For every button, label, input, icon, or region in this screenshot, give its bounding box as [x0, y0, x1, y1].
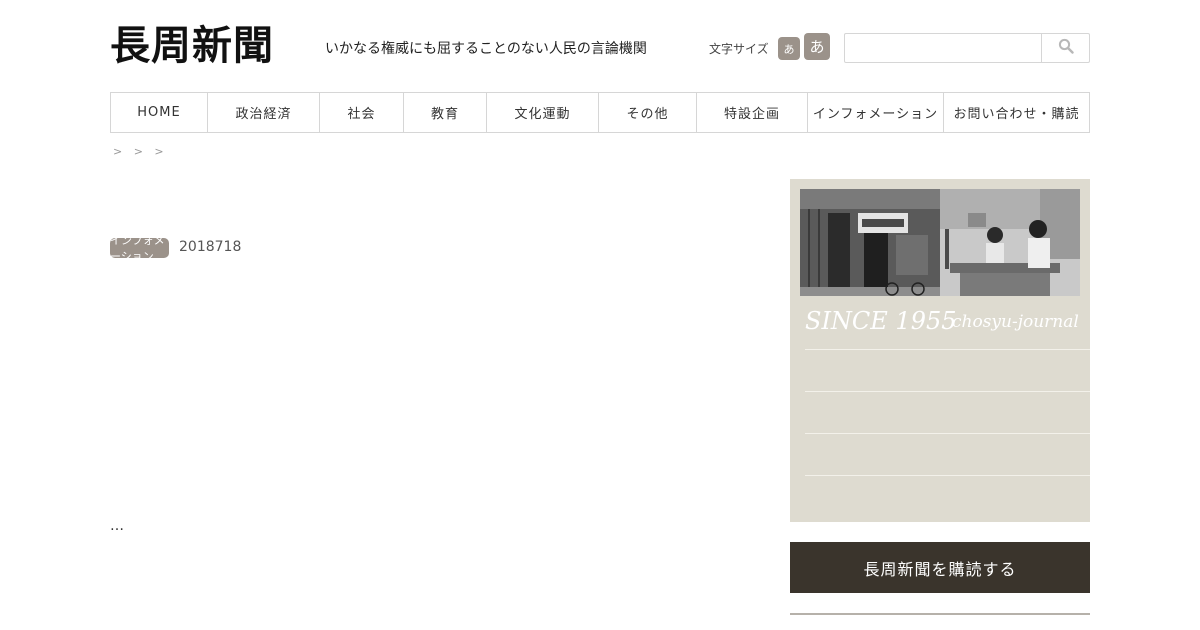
since-text: SINCE 1955 [805, 307, 957, 335]
nav-item-education[interactable]: 教育 [404, 93, 487, 132]
subscribe-button[interactable]: 長周新聞を購読する [790, 542, 1090, 593]
sidebar-link[interactable] [805, 392, 1090, 432]
nav-item-culture[interactable]: 文化運動 [487, 93, 599, 132]
nav-item-society[interactable]: 社会 [320, 93, 404, 132]
nav-item-other[interactable]: その他 [599, 93, 697, 132]
category-badge[interactable]: インフォメーション [110, 234, 169, 263]
nav-item-information[interactable]: インフォメーション [808, 93, 944, 132]
font-size-small-button[interactable]: あ [778, 37, 800, 60]
sidebar-link[interactable] [805, 350, 1090, 390]
nav-item-contact[interactable]: お問い合わせ・購読 [944, 93, 1089, 132]
breadcrumb[interactable]: > > > [113, 145, 168, 158]
site-tagline: いかなる権威にも屈することのない人民の言論機関 [325, 41, 647, 57]
font-size-large-button[interactable]: あ [804, 33, 830, 60]
sidebar-link[interactable] [805, 434, 1090, 474]
search-input[interactable] [845, 34, 1041, 62]
sidebar-panel: SINCE 1955 chosyu-journal [790, 179, 1090, 522]
nav-item-politics-economy[interactable]: 政治経済 [208, 93, 320, 132]
main-nav: HOME 政治経済 社会 教育 文化運動 その他 特設企画 インフォメーション … [110, 92, 1090, 133]
search-box [844, 33, 1090, 63]
newspaper-office-photo [800, 189, 1080, 296]
since-subtitle: chosyu-journal [952, 312, 1079, 332]
nav-item-home[interactable]: HOME [111, 93, 208, 132]
search-button[interactable] [1041, 34, 1089, 62]
site-logo[interactable]: 長周新聞 [110, 24, 274, 68]
nav-item-special[interactable]: 特設企画 [697, 93, 808, 132]
sidebar-bottom-rule [790, 613, 1090, 615]
article-excerpt: … [110, 518, 124, 534]
post-date: 2018718 [179, 239, 242, 255]
font-size-label: 文字サイズ [709, 42, 769, 56]
search-icon [1058, 38, 1074, 58]
sidebar-link[interactable] [805, 476, 1090, 516]
